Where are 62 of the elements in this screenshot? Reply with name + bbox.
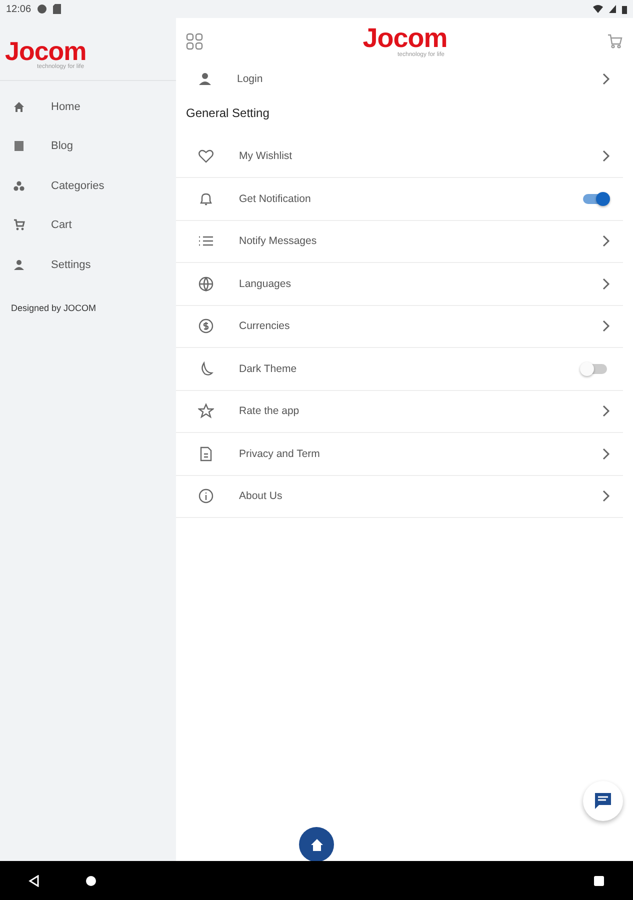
home-icon xyxy=(13,100,25,113)
row-label: Rate the app xyxy=(239,405,300,418)
login-row[interactable]: Login xyxy=(176,58,623,100)
home-button[interactable] xyxy=(299,827,334,862)
sidebar-item[interactable]: Home xyxy=(0,87,176,126)
sidebar-item[interactable]: Settings xyxy=(0,245,176,284)
row-label: About Us xyxy=(239,490,284,502)
chevron-right-icon xyxy=(602,150,610,162)
toggle-switch[interactable] xyxy=(583,194,607,204)
person-icon xyxy=(13,258,25,271)
grid-icon[interactable] xyxy=(186,32,203,50)
settings-row[interactable]: Rate the app xyxy=(176,390,623,433)
person-icon xyxy=(198,72,212,86)
settings-row[interactable]: Notify Messages xyxy=(176,220,623,263)
chat-icon xyxy=(593,791,613,811)
row-label: Dark Theme xyxy=(239,362,298,375)
bell-icon xyxy=(198,190,214,207)
row-label: Notify Messages xyxy=(239,235,318,248)
dollar-icon xyxy=(198,318,214,334)
cart-icon[interactable] xyxy=(607,33,623,49)
chevron-right-icon xyxy=(602,72,610,85)
row-label: Languages xyxy=(239,278,292,290)
settings-row[interactable]: Currencies xyxy=(176,306,623,348)
settings-row[interactable]: Privacy and Term xyxy=(176,433,623,476)
chevron-right-icon xyxy=(602,448,610,460)
wifi-icon xyxy=(593,5,603,13)
settings-row[interactable]: Languages xyxy=(176,263,623,306)
chevron-right-icon xyxy=(602,278,610,290)
star-icon xyxy=(198,403,214,420)
row-label: Get Notification xyxy=(239,192,312,205)
settings-row[interactable]: Dark Theme xyxy=(176,348,623,390)
shapes-icon xyxy=(13,180,25,192)
footer-text: Designed by JOCOM xyxy=(10,302,98,315)
signal-icon xyxy=(609,5,616,13)
toggle-switch[interactable] xyxy=(583,364,607,374)
sidebar-item[interactable]: Cart xyxy=(0,206,176,245)
sidebar-item[interactable]: Categories xyxy=(0,166,176,206)
home-nav-icon[interactable] xyxy=(85,874,97,886)
document-icon xyxy=(198,446,214,462)
heart-icon xyxy=(198,148,214,164)
info-icon xyxy=(198,488,214,504)
section-title: General Setting xyxy=(185,104,270,122)
sidebar-item[interactable]: Blog xyxy=(0,126,176,166)
chevron-right-icon xyxy=(602,320,610,332)
row-label: My Wishlist xyxy=(239,150,294,162)
chat-button[interactable] xyxy=(583,781,623,821)
chevron-right-icon xyxy=(602,405,610,418)
cart-icon xyxy=(13,219,25,232)
settings-row[interactable]: Get Notification xyxy=(176,178,623,220)
chevron-right-icon xyxy=(602,235,610,248)
settings-row[interactable]: About Us xyxy=(176,476,623,518)
battery-icon xyxy=(622,4,627,14)
sim-card-icon xyxy=(53,4,62,14)
settings-row[interactable]: My Wishlist xyxy=(176,136,623,178)
recents-icon[interactable] xyxy=(593,874,605,886)
chevron-right-icon xyxy=(602,490,610,502)
back-icon[interactable] xyxy=(28,874,40,886)
row-label: Currencies xyxy=(239,320,291,332)
row-label: Login xyxy=(237,72,264,85)
status-time: 12:06 xyxy=(6,4,32,14)
house-icon xyxy=(308,836,324,852)
row-label: Privacy and Term xyxy=(239,448,321,460)
